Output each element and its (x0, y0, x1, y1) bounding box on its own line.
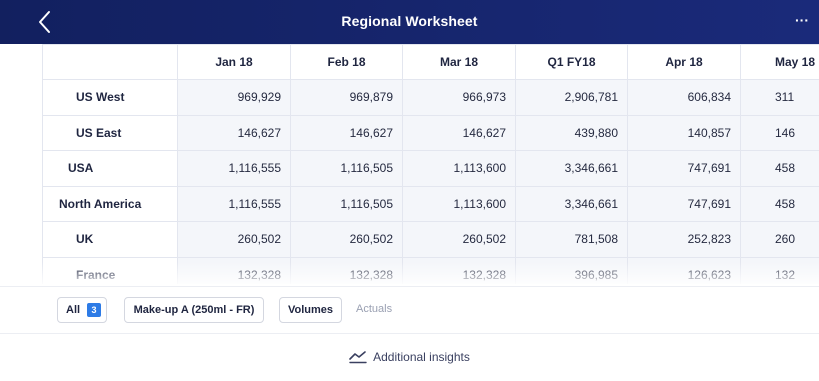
table-cell[interactable]: 140,857 (627, 114, 741, 151)
row-header-us-east[interactable]: US East (42, 114, 178, 151)
row-header-france[interactable]: France (42, 256, 178, 284)
more-options-button[interactable]: ··· (791, 11, 813, 31)
table-cell[interactable]: 1,116,505 (290, 150, 403, 187)
table-cell[interactable]: 132 (740, 256, 819, 284)
row-header-uk[interactable]: UK (42, 221, 178, 258)
page-title: Regional Worksheet (341, 13, 478, 29)
additional-insights-button[interactable]: Additional insights (0, 350, 819, 364)
additional-insights-label: Additional insights (373, 350, 470, 364)
table-cell[interactable]: 1,116,505 (290, 185, 403, 222)
table-cell[interactable]: 146,627 (290, 114, 403, 151)
table-cell[interactable]: 126,623 (627, 256, 741, 284)
filter-all-label: All (66, 304, 81, 316)
table-cell[interactable]: 606,834 (627, 79, 741, 116)
table-cell[interactable]: 1,113,600 (402, 185, 516, 222)
table-cell[interactable]: 132,328 (290, 256, 403, 284)
table-cell[interactable]: 132,328 (402, 256, 516, 284)
table-cell[interactable]: 260,502 (402, 221, 516, 258)
table-cell[interactable]: 260 (740, 221, 819, 258)
column-header-may-18[interactable]: May 18 (740, 44, 819, 80)
filter-actuals-chip[interactable]: Actuals (356, 297, 392, 323)
column-header-jan-18[interactable]: Jan 18 (177, 44, 291, 80)
table-cell[interactable]: 1,116,555 (177, 185, 291, 222)
corner-cell (42, 44, 178, 80)
table-row: US East 146,627 146,627 146,627 439,880 … (42, 114, 819, 151)
row-header-usa[interactable]: USA (42, 150, 178, 187)
table-cell[interactable]: 146,627 (177, 114, 291, 151)
filter-all-button[interactable]: All 3 (57, 297, 107, 323)
filter-count-badge: 3 (87, 303, 101, 317)
table-cell[interactable]: 966,973 (402, 79, 516, 116)
column-header-q1-fy18[interactable]: Q1 FY18 (515, 44, 628, 80)
worksheet-table: Jan 18 Feb 18 Mar 18 Q1 FY18 Apr 18 May … (42, 44, 819, 284)
filter-product-chip[interactable]: Make-up A (250ml - FR) (124, 297, 264, 323)
table-cell[interactable]: 1,113,600 (402, 150, 516, 187)
table-cell[interactable]: 969,929 (177, 79, 291, 116)
column-header-apr-18[interactable]: Apr 18 (627, 44, 741, 80)
table-cell[interactable]: 260,502 (290, 221, 403, 258)
table-cell[interactable]: 146 (740, 114, 819, 151)
column-header-mar-18[interactable]: Mar 18 (402, 44, 516, 80)
table-cell[interactable]: 1,116,555 (177, 150, 291, 187)
trend-line-icon (349, 351, 367, 364)
table-cell[interactable]: 781,508 (515, 221, 628, 258)
filter-bar: All 3 Make-up A (250ml - FR) Volumes Act… (0, 286, 819, 334)
row-header-north-america[interactable]: North America (42, 185, 178, 222)
table-cell[interactable]: 396,985 (515, 256, 628, 284)
table-cell[interactable]: 439,880 (515, 114, 628, 151)
table-cell[interactable]: 132,328 (177, 256, 291, 284)
table-row: US West 969,929 969,879 966,973 2,906,78… (42, 79, 819, 116)
table-cell[interactable]: 146,627 (402, 114, 516, 151)
table-cell[interactable]: 747,691 (627, 185, 741, 222)
table-row: North America 1,116,555 1,116,505 1,113,… (42, 185, 819, 222)
column-header-feb-18[interactable]: Feb 18 (290, 44, 403, 80)
table-cell[interactable]: 260,502 (177, 221, 291, 258)
table-row: France 132,328 132,328 132,328 396,985 1… (42, 256, 819, 284)
table-cell[interactable]: 2,906,781 (515, 79, 628, 116)
table-cell[interactable]: 3,346,661 (515, 185, 628, 222)
table-cell[interactable]: 252,823 (627, 221, 741, 258)
table-cell[interactable]: 3,346,661 (515, 150, 628, 187)
table-cell[interactable]: 458 (740, 185, 819, 222)
table-row: USA 1,116,555 1,116,505 1,113,600 3,346,… (42, 150, 819, 187)
header-row: Jan 18 Feb 18 Mar 18 Q1 FY18 Apr 18 May … (42, 44, 819, 80)
app-header: Regional Worksheet ··· (0, 0, 819, 44)
table-cell[interactable]: 458 (740, 150, 819, 187)
row-header-us-west[interactable]: US West (42, 79, 178, 116)
worksheet-grid: Jan 18 Feb 18 Mar 18 Q1 FY18 Apr 18 May … (42, 44, 819, 284)
filter-volumes-chip[interactable]: Volumes (279, 297, 342, 323)
table-row: UK 260,502 260,502 260,502 781,508 252,8… (42, 221, 819, 258)
table-cell[interactable]: 969,879 (290, 79, 403, 116)
table-cell[interactable]: 311 (740, 79, 819, 116)
table-cell[interactable]: 747,691 (627, 150, 741, 187)
